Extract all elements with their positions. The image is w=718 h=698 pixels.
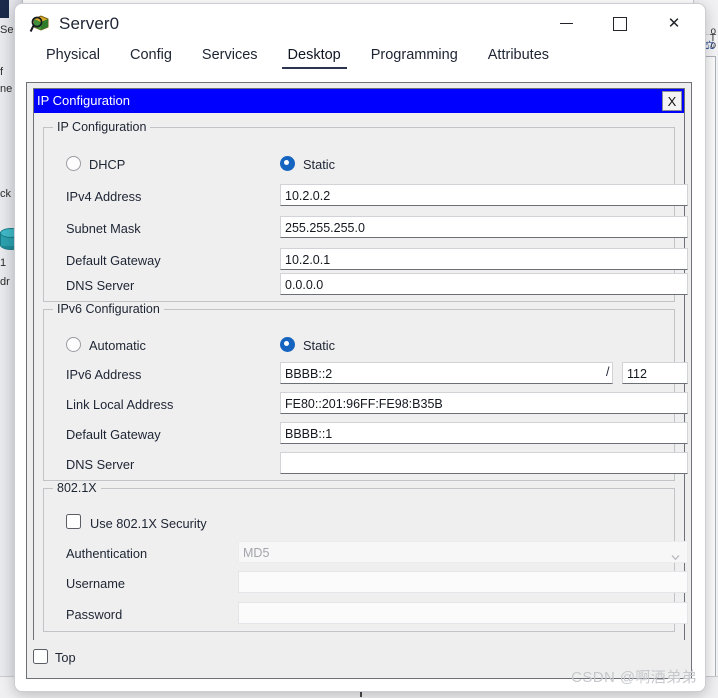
ipv6-group-legend: IPv6 Configuration [53, 302, 164, 317]
packet-tracer-device-icon [29, 13, 51, 35]
authentication-selected-value: MD5 [243, 546, 269, 560]
ipv6-prefix-length-input[interactable]: 112 [622, 362, 688, 384]
username-input[interactable] [238, 571, 688, 593]
tab-label: Services [202, 47, 258, 63]
window-title: Server0 [59, 13, 119, 35]
password-label: Password [66, 606, 122, 624]
ipv6-address-input[interactable]: BBBB::2 [280, 362, 613, 384]
tab-physical[interactable]: Physical [31, 44, 115, 69]
close-icon: ✕ [668, 16, 681, 31]
link-local-address-input[interactable]: FE80::201:96FF:FE98:B35B [280, 392, 688, 414]
password-row: Password [44, 602, 674, 628]
radio-dhcp[interactable] [66, 156, 81, 171]
checkbox-top[interactable] [33, 649, 48, 664]
radio-ipv6-static[interactable] [280, 337, 295, 352]
ipv6-dns-server-label: DNS Server [66, 456, 134, 474]
ipv4-address-row: IPv4 Address 10.2.0.2 [44, 184, 674, 210]
tab-desktop[interactable]: Desktop [273, 44, 356, 69]
ip-configuration-titlebar[interactable]: IP Configuration X [34, 89, 684, 113]
close-x-icon: X [668, 94, 677, 109]
tab-label: Desktop [288, 47, 341, 63]
radio-ipv6-static-label: Static [303, 338, 335, 354]
dot1x-enable-row: Use 802.1X Security [44, 511, 674, 537]
ip-configuration-window: IP Configuration X IP Configuration DHCP… [33, 88, 685, 640]
ipv4-dns-server-input[interactable]: 0.0.0.0 [280, 273, 688, 295]
radio-ipv6-automatic-label: Automatic [89, 338, 146, 354]
ipv4-dns-server-label: DNS Server [66, 277, 134, 295]
minimize-button[interactable] [543, 4, 589, 43]
dot1x-group-legend: 802.1X [53, 481, 101, 496]
minimize-icon [560, 23, 573, 24]
chevron-down-icon [671, 549, 680, 558]
checkbox-use-8021x-security[interactable] [66, 514, 81, 529]
ipv4-default-gateway-label: Default Gateway [66, 252, 161, 270]
ip-configuration-close-button[interactable]: X [662, 91, 682, 111]
radio-ipv6-automatic[interactable] [66, 337, 81, 352]
backdrop-text-fragment: ne [0, 83, 12, 95]
ipv4-gateway-row: Default Gateway 10.2.0.1 [44, 248, 674, 274]
window-titlebar[interactable]: Server0 ✕ [15, 4, 705, 44]
authentication-row: Authentication MD5 [44, 541, 674, 567]
backdrop-text-fragment: dr [0, 276, 10, 288]
ip-configuration-body: IP Configuration DHCP Static IPv4 Addres… [34, 113, 684, 640]
password-input[interactable] [238, 602, 688, 624]
username-row: Username [44, 571, 674, 597]
ipv6-address-label: IPv6 Address [66, 366, 141, 384]
ipv4-group-legend: IP Configuration [53, 120, 150, 135]
backdrop-text-fragment: ck [0, 188, 11, 200]
ipv6-gateway-row: Default Gateway BBBB::1 [44, 422, 674, 448]
radio-dhcp-label: DHCP [89, 157, 125, 173]
ipv6-dns-server-input[interactable] [280, 452, 688, 474]
backdrop-left-titlebar-sliver [0, 0, 9, 18]
tab-services[interactable]: Services [187, 44, 273, 69]
ipv6-default-gateway-input[interactable]: BBBB::1 [280, 422, 688, 444]
device-window: Server0 ✕ Physical Config Services Deskt… [14, 3, 706, 692]
ipv6-configuration-group: IPv6 Configuration Automatic Static IPv6… [43, 309, 675, 481]
tab-strip: Physical Config Services Desktop Program… [15, 44, 705, 74]
authentication-select[interactable]: MD5 [238, 541, 688, 563]
tab-label: Config [130, 47, 172, 63]
tab-attributes[interactable]: Attributes [473, 44, 564, 69]
tab-programming[interactable]: Programming [356, 44, 473, 69]
backdrop-text-fragment: Se [0, 24, 13, 36]
radio-ipv4-static-label: Static [303, 157, 335, 173]
ipv6-prefix-separator: / [606, 365, 609, 379]
link-local-address-row: Link Local Address FE80::201:96FF:FE98:B… [44, 392, 674, 418]
maximize-button[interactable] [597, 4, 643, 43]
checkbox-use-8021x-security-label: Use 802.1X Security [90, 516, 207, 532]
ipv6-default-gateway-label: Default Gateway [66, 426, 161, 444]
ipv4-mode-row: DHCP Static [44, 152, 674, 178]
tab-label: Programming [371, 47, 458, 63]
ipv6-dns-row: DNS Server [44, 452, 674, 478]
maximize-icon [613, 17, 627, 31]
ipv4-address-label: IPv4 Address [66, 188, 141, 206]
ipv4-default-gateway-input[interactable]: 10.2.0.1 [280, 248, 688, 270]
tab-label: Attributes [488, 47, 549, 63]
tab-label: Physical [46, 47, 100, 63]
backdrop-text-fragment: 1 [0, 257, 6, 269]
subnet-mask-input[interactable]: 255.255.255.0 [280, 216, 688, 238]
subnet-mask-label: Subnet Mask [66, 220, 141, 238]
ip-configuration-title: IP Configuration [37, 93, 130, 109]
authentication-label: Authentication [66, 545, 147, 563]
desktop-content-pane: IP Configuration X IP Configuration DHCP… [26, 82, 692, 679]
ipv4-dns-row: DNS Server 0.0.0.0 [44, 273, 674, 299]
subnet-mask-row: Subnet Mask 255.255.255.0 [44, 216, 674, 242]
tab-config[interactable]: Config [115, 44, 187, 69]
link-local-address-label: Link Local Address [66, 396, 173, 414]
ipv6-address-row: IPv6 Address BBBB::2 / 112 [44, 362, 674, 388]
radio-ipv4-static[interactable] [280, 156, 295, 171]
ipv4-address-input[interactable]: 10.2.0.2 [280, 184, 688, 206]
username-label: Username [66, 575, 125, 593]
csdn-watermark: CSDN @啊酒弟弟 [571, 666, 697, 687]
backdrop-text-fragment: f [0, 66, 3, 78]
dot1x-group: 802.1X Use 802.1X Security Authenticatio… [43, 488, 675, 632]
checkbox-top-label: Top [55, 649, 76, 666]
close-window-button[interactable]: ✕ [651, 4, 697, 43]
ipv6-mode-row: Automatic Static [44, 333, 674, 359]
ipv4-configuration-group: IP Configuration DHCP Static IPv4 Addres… [43, 127, 675, 302]
